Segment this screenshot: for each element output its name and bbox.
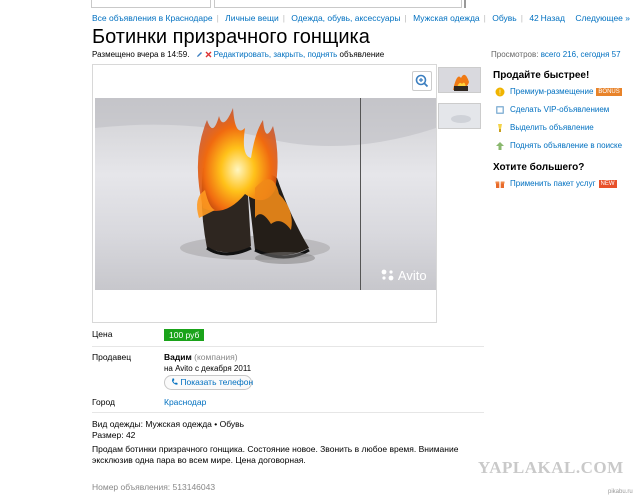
photo-gallery: Avito bbox=[92, 64, 437, 323]
main-photo[interactable]: Avito bbox=[95, 98, 436, 290]
breadcrumb: Все объявления в Краснодаре | Личные вещи… bbox=[92, 13, 539, 23]
pikabu-watermark: pikabu.ru bbox=[608, 489, 633, 495]
thumbnail-1[interactable] bbox=[438, 67, 481, 93]
close-icon[interactable] bbox=[205, 51, 212, 58]
burning-boots-image bbox=[95, 98, 436, 264]
param-size: Размер: 42 bbox=[92, 430, 136, 440]
pencil-icon[interactable] bbox=[196, 51, 203, 58]
premium-placement-link[interactable]: ! Премиум-размещение BONUS bbox=[493, 86, 633, 100]
apply-package-link[interactable]: Применить пакет услуг NEW bbox=[493, 178, 633, 192]
param-clothing-type: Вид одежды: Мужская одежда • Обувь bbox=[92, 419, 245, 429]
divider-city bbox=[92, 412, 484, 413]
premium-icon: ! bbox=[495, 87, 505, 97]
bump-listing-link[interactable]: Поднять объявление в поиске bbox=[493, 140, 633, 154]
item-description: Продам ботинки призрачного гонщика. Сост… bbox=[92, 444, 459, 465]
seller-label: Продавец bbox=[92, 352, 132, 362]
seller-type: (компания) bbox=[194, 352, 238, 362]
seller-name: Вадим (компания) bbox=[164, 352, 238, 362]
back-link[interactable]: Назад bbox=[541, 13, 565, 23]
new-badge: NEW bbox=[598, 180, 617, 188]
sell-faster-title: Продайте быстрее! bbox=[493, 70, 590, 81]
city-link[interactable]: Краснодар bbox=[164, 397, 206, 407]
bonus-badge: BONUS bbox=[596, 88, 622, 96]
avito-watermark: Avito bbox=[381, 268, 427, 283]
listing-nav: Назад Следующее » bbox=[533, 13, 630, 23]
zoom-in-icon[interactable] bbox=[412, 71, 432, 91]
promo-sidebar: Продайте быстрее! ! Премиум-размещение BO… bbox=[493, 70, 633, 196]
views-counter: Просмотров: всего 216, сегодня 57 bbox=[491, 50, 621, 59]
want-more-title: Хотите большего? bbox=[493, 162, 585, 173]
edit-listing-suffix: объявление bbox=[339, 50, 385, 59]
top-search-bar bbox=[0, 0, 640, 9]
price-badge: 100 руб bbox=[164, 329, 205, 341]
highlight-icon bbox=[498, 124, 502, 132]
breadcrumb-shoes[interactable]: Обувь bbox=[492, 13, 517, 23]
item-params: Вид одежды: Мужская одежда • Обувь Разме… bbox=[92, 419, 244, 441]
price-label: Цена bbox=[92, 329, 113, 339]
search-input[interactable] bbox=[214, 0, 462, 8]
highlight-listing-link[interactable]: Выделить объявление bbox=[493, 122, 633, 136]
photo-divider bbox=[360, 98, 361, 290]
edit-listing-link[interactable]: Редактировать, закрыть, поднять bbox=[214, 50, 338, 59]
thumbnail-2[interactable] bbox=[438, 103, 481, 129]
show-phone-button[interactable]: Показать телефон bbox=[164, 375, 253, 390]
ad-number: Номер объявления: 513146043 bbox=[92, 482, 216, 492]
breadcrumb-clothing[interactable]: Одежда, обувь, аксессуары bbox=[291, 13, 400, 23]
seller-since: на Avito с декабря 2011 bbox=[164, 364, 252, 373]
breadcrumb-personal[interactable]: Личные вещи bbox=[225, 13, 279, 23]
yaplakal-watermark: YAPLAKAL.COM bbox=[478, 458, 624, 477]
posted-line: Размещено вчера в 14:59. Редактировать, … bbox=[92, 50, 384, 59]
city-label: Город bbox=[92, 397, 115, 407]
up-arrow-icon bbox=[496, 142, 504, 150]
category-select[interactable] bbox=[91, 0, 211, 8]
breadcrumb-all[interactable]: Все объявления в Краснодаре bbox=[92, 13, 213, 23]
page-title: Ботинки призрачного гонщика bbox=[92, 26, 370, 48]
svg-text:!: ! bbox=[499, 90, 501, 97]
gift-icon bbox=[495, 181, 505, 188]
vip-listing-link[interactable]: Сделать VIP-объявлением bbox=[493, 104, 633, 118]
phone-icon bbox=[172, 378, 178, 385]
search-button-edge[interactable] bbox=[464, 0, 466, 8]
divider-price bbox=[92, 346, 484, 347]
posted-date: Размещено вчера в 14:59. bbox=[92, 50, 190, 59]
next-link[interactable]: Следующее » bbox=[575, 13, 630, 23]
views-label: Просмотров: bbox=[491, 50, 539, 59]
thumbnail-strip bbox=[438, 67, 481, 139]
views-value[interactable]: всего 216, сегодня 57 bbox=[541, 50, 621, 59]
vip-icon bbox=[496, 106, 504, 114]
breadcrumb-mens[interactable]: Мужская одежда bbox=[413, 13, 480, 23]
